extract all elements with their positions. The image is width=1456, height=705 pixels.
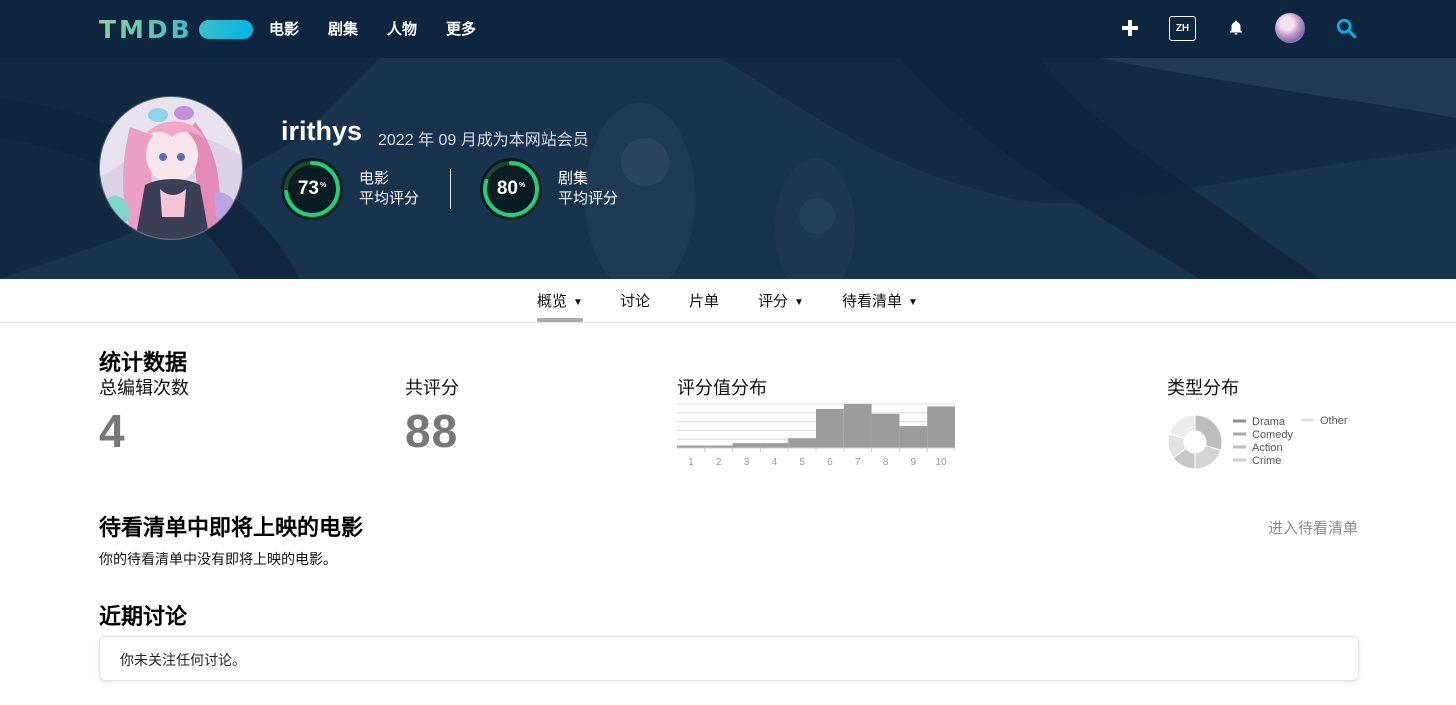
tab-ratings-label: 评分 xyxy=(758,293,789,310)
legend-label: Crime xyxy=(1252,455,1281,467)
tab-ratings[interactable]: 评分 ▼ xyxy=(758,290,804,311)
discussions-empty-text: 你未关注任何讨论。 xyxy=(120,652,246,668)
menu-item-movies[interactable]: 电影 xyxy=(269,18,299,39)
rating-distribution-label: 评分值分布 xyxy=(677,378,767,398)
legend-label: Comedy xyxy=(1252,429,1293,441)
hist-bar xyxy=(760,443,789,448)
total-ratings-value: 88 xyxy=(405,405,459,457)
tv-score-label-line2: 平均评分 xyxy=(558,190,619,207)
genre-slice xyxy=(1194,444,1222,470)
hist-tick-label: 4 xyxy=(772,457,778,468)
movie-score-percent: % xyxy=(319,181,327,189)
movie-score-label-line2: 平均评分 xyxy=(359,190,420,207)
movie-score-block: 73% 电影 平均评分 xyxy=(281,158,419,220)
logo-text: TMDB xyxy=(99,14,193,44)
caret-down-icon: ▼ xyxy=(908,297,918,308)
hist-tick-label: 10 xyxy=(936,457,948,468)
logo-pill-shape xyxy=(198,19,253,39)
discussions-panel: 你未关注任何讨论。 xyxy=(99,636,1359,681)
genre-slice xyxy=(1194,414,1223,451)
bell-icon[interactable] xyxy=(1227,19,1245,37)
hist-bar xyxy=(816,408,844,448)
language-button[interactable]: ZH xyxy=(1169,15,1196,41)
profile-avatar[interactable] xyxy=(99,96,243,240)
tv-score-label: 剧集 平均评分 xyxy=(558,169,618,209)
menu-item-tv[interactable]: 剧集 xyxy=(328,18,358,39)
score-divider xyxy=(450,169,451,209)
tab-overview-label: 概览 xyxy=(537,293,568,310)
tv-score-percent: % xyxy=(518,181,526,189)
tab-overview[interactable]: 概览 ▼ xyxy=(537,290,583,311)
genre-distribution-chart: DramaComedyActionCrime Other xyxy=(1167,414,1348,470)
hist-tick-label: 3 xyxy=(744,457,750,468)
hist-tick-label: 2 xyxy=(716,457,722,468)
hist-bar xyxy=(843,404,872,448)
rating-distribution-chart: 1 2 3 4 5 6 7 8 9 10 xyxy=(677,403,955,468)
hist-tick-label: 5 xyxy=(799,457,805,468)
total-edits-label: 总编辑次数 xyxy=(99,378,189,398)
tab-watchlist-label: 待看清单 xyxy=(842,293,903,310)
hist-tick-label: 8 xyxy=(883,457,889,468)
profile-tabs: 概览 ▼ 讨论 片单 评分 ▼ 待看清单 ▼ xyxy=(0,279,1456,323)
genre-distribution-label: 类型分布 xyxy=(1167,378,1239,398)
tab-lists[interactable]: 片单 xyxy=(689,290,719,311)
tv-score-number: 80 xyxy=(496,178,518,199)
tv-score-value: 80% xyxy=(480,158,542,220)
menu-item-more[interactable]: 更多 xyxy=(446,18,476,39)
hist-tick-label: 9 xyxy=(911,457,917,468)
stats-title: 统计数据 xyxy=(99,350,188,375)
movie-score-label: 电影 平均评分 xyxy=(359,169,419,209)
recent-discussions-title: 近期讨论 xyxy=(99,604,188,629)
menu-item-people[interactable]: 人物 xyxy=(387,18,417,39)
username: irithys xyxy=(281,116,363,146)
hist-tick-label: 6 xyxy=(827,457,833,468)
hist-bar xyxy=(871,413,900,448)
tv-score-ring: 80% xyxy=(480,158,542,220)
legend-label: Action xyxy=(1252,442,1283,454)
total-edits-value: 4 xyxy=(99,405,126,457)
genre-slice xyxy=(1168,414,1196,440)
plus-icon[interactable] xyxy=(1122,20,1138,36)
movie-score-value: 73% xyxy=(281,158,343,220)
legend-label: Drama xyxy=(1252,416,1286,428)
tab-watchlist[interactable]: 待看清单 ▼ xyxy=(842,290,918,311)
tab-discussions[interactable]: 讨论 xyxy=(620,290,650,311)
tv-score-label-line1: 剧集 xyxy=(558,170,589,187)
search-icon[interactable] xyxy=(1335,17,1357,39)
anime-avatar-illustration xyxy=(100,97,242,239)
hist-bar xyxy=(788,438,816,448)
main-menu: 电影 剧集 人物 更多 xyxy=(269,18,476,39)
profile-banner: irithys 2022 年 09 月成为本网站会员 73% 电影 平均评分 8… xyxy=(0,58,1456,279)
nav-actions: ZH xyxy=(1122,12,1357,44)
upcoming-watchlist-title: 待看清单中即将上映的电影 xyxy=(99,515,364,540)
movie-score-label-line1: 电影 xyxy=(359,170,390,187)
active-tab-indicator xyxy=(537,318,583,322)
upcoming-watchlist-empty-text: 你的待看清单中没有即将上映的电影。 xyxy=(99,551,337,567)
hist-tick-label: 1 xyxy=(688,457,694,468)
hist-bar xyxy=(927,406,955,448)
caret-down-icon: ▼ xyxy=(794,297,804,308)
tmdb-logo[interactable]: TMDB xyxy=(99,14,253,44)
tv-score-block: 80% 剧集 平均评分 xyxy=(480,158,618,220)
hist-bar xyxy=(899,426,928,448)
total-ratings-label: 共评分 xyxy=(405,378,459,398)
movie-score-ring: 73% xyxy=(281,158,343,220)
tab-discussions-label: 讨论 xyxy=(620,293,651,310)
member-since: 2022 年 09 月成为本网站会员 xyxy=(378,132,589,149)
movie-score-number: 73 xyxy=(297,178,319,199)
caret-down-icon: ▼ xyxy=(573,297,583,308)
top-nav: TMDB 电影 剧集 人物 更多 ZH xyxy=(0,0,1456,58)
legend-label: Other xyxy=(1320,415,1348,427)
go-to-watchlist-link[interactable]: 进入待看清单 xyxy=(1268,517,1358,538)
tab-lists-label: 片单 xyxy=(689,293,720,310)
hist-tick-label: 7 xyxy=(855,457,861,468)
user-avatar[interactable] xyxy=(1275,13,1305,43)
hist-bar xyxy=(732,443,761,448)
